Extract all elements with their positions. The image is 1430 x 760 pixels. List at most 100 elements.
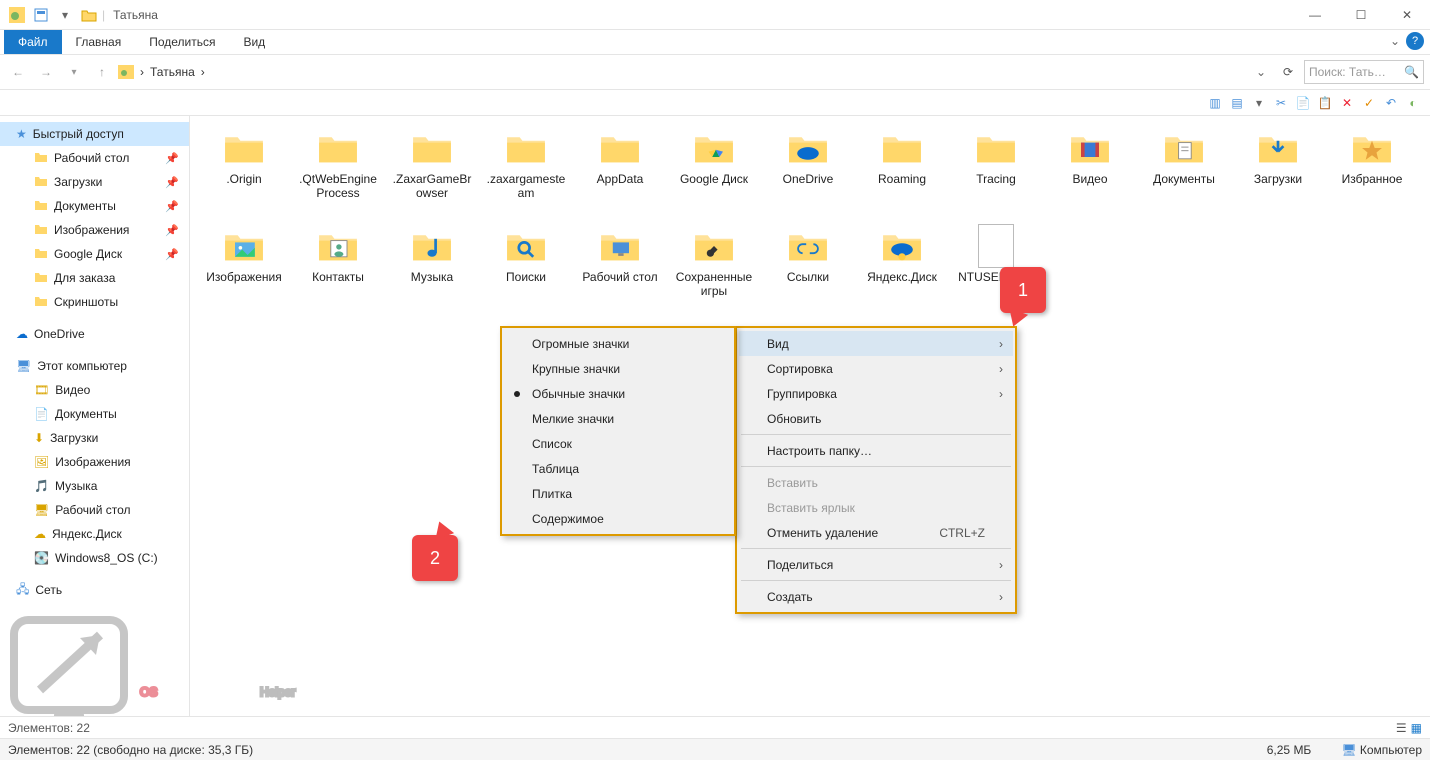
- sidebar-item[interactable]: ☁Яндекс.Диск: [0, 522, 189, 546]
- submenu-medium-icons[interactable]: Обычные значки: [504, 381, 732, 406]
- file-item[interactable]: .Origin: [200, 126, 288, 224]
- back-button[interactable]: ←: [6, 60, 30, 84]
- menu-share[interactable]: Поделиться›: [739, 552, 1013, 577]
- sidebar-item[interactable]: 📄Документы: [0, 402, 189, 426]
- breadcrumb[interactable]: › Татьяна ›: [118, 65, 205, 79]
- file-item[interactable]: Контакты: [294, 224, 382, 322]
- sidebar-quick-access[interactable]: ★ Быстрый доступ: [0, 122, 189, 146]
- breadcrumb-dropdown-icon[interactable]: ⌄: [1250, 65, 1272, 79]
- tab-home[interactable]: Главная: [62, 30, 136, 54]
- sidebar-item[interactable]: 💽Windows8_OS (C:): [0, 546, 189, 570]
- menu-undo-delete[interactable]: Отменить удалениеCTRL+Z: [739, 520, 1013, 545]
- file-item[interactable]: Видео: [1046, 126, 1134, 224]
- rename-icon[interactable]: ✓: [1360, 94, 1378, 112]
- file-item[interactable]: Поиски: [482, 224, 570, 322]
- menu-create[interactable]: Создать›: [739, 584, 1013, 609]
- sidebar-onedrive[interactable]: ☁ OneDrive: [0, 322, 189, 346]
- help-icon[interactable]: ?: [1406, 32, 1424, 50]
- status-bar: Элементов: 22 ☰ ▦: [0, 716, 1430, 738]
- status-long: Элементов: 22 (свободно на диске: 35,3 Г…: [8, 743, 253, 757]
- sidebar-item[interactable]: ⬇Загрузки: [0, 426, 189, 450]
- maximize-button[interactable]: ☐: [1338, 0, 1384, 30]
- delete-icon[interactable]: ✕: [1338, 94, 1356, 112]
- search-input[interactable]: Поиск: Тать… 🔍: [1304, 60, 1424, 84]
- cut-icon[interactable]: ✂: [1272, 94, 1290, 112]
- file-item[interactable]: .zaxargamesteam: [482, 126, 570, 224]
- ribbon-expand-icon[interactable]: ⌄: [1390, 34, 1400, 48]
- file-item[interactable]: Яндекс.Диск: [858, 224, 946, 322]
- menu-customize-folder[interactable]: Настроить папку…: [739, 438, 1013, 463]
- sidebar-item[interactable]: Google Диск📌: [0, 242, 189, 266]
- paste-icon[interactable]: 📋: [1316, 94, 1334, 112]
- submenu-tiles[interactable]: Плитка: [504, 481, 732, 506]
- sidebar-item[interactable]: Загрузки📌: [0, 170, 189, 194]
- folder-icon: [408, 128, 456, 168]
- forward-button[interactable]: →: [34, 60, 58, 84]
- details-view-icon[interactable]: ☰: [1396, 721, 1407, 735]
- submenu-huge-icons[interactable]: Огромные значки: [504, 331, 732, 356]
- sidebar-item[interactable]: Рабочий стол📌: [0, 146, 189, 170]
- dropdown-icon[interactable]: ▾: [1250, 94, 1268, 112]
- file-item[interactable]: Ссылки: [764, 224, 852, 322]
- submenu-table[interactable]: Таблица: [504, 456, 732, 481]
- file-item[interactable]: Roaming: [858, 126, 946, 224]
- menu-refresh[interactable]: Обновить: [739, 406, 1013, 431]
- preview-pane-icon[interactable]: ▤: [1228, 94, 1246, 112]
- file-item[interactable]: Загрузки: [1234, 126, 1322, 224]
- file-item[interactable]: OneDrive: [764, 126, 852, 224]
- sidebar-item[interactable]: Для заказа: [0, 266, 189, 290]
- app-icon: [6, 4, 28, 26]
- sidebar-network[interactable]: 🖧 Сеть: [0, 578, 189, 602]
- file-item[interactable]: AppData: [576, 126, 664, 224]
- file-item[interactable]: .ZaxarGameBrowser: [388, 126, 476, 224]
- folder-icon: [34, 151, 48, 166]
- folder-icon: 📄: [34, 407, 49, 421]
- file-item[interactable]: .QtWebEngineProcess: [294, 126, 382, 224]
- sidebar-item[interactable]: 🖼Изображения: [0, 450, 189, 474]
- file-item[interactable]: Сохраненные игры: [670, 224, 758, 322]
- file-item[interactable]: Рабочий стол: [576, 224, 664, 322]
- file-item[interactable]: Избранное: [1328, 126, 1416, 224]
- sidebar-item[interactable]: 🎞Видео: [0, 378, 189, 402]
- icons-view-icon[interactable]: ▦: [1411, 721, 1422, 735]
- sidebar-item[interactable]: Документы📌: [0, 194, 189, 218]
- submenu-content[interactable]: Содержимое: [504, 506, 732, 531]
- qat-properties-icon[interactable]: [30, 4, 52, 26]
- file-item[interactable]: Изображения: [200, 224, 288, 322]
- submenu-large-icons[interactable]: Крупные значки: [504, 356, 732, 381]
- breadcrumb-root[interactable]: Татьяна: [150, 65, 195, 79]
- menu-sort[interactable]: Сортировка›: [739, 356, 1013, 381]
- file-item[interactable]: Документы: [1140, 126, 1228, 224]
- undo-icon[interactable]: ↶: [1382, 94, 1400, 112]
- copy-icon[interactable]: 📄: [1294, 94, 1312, 112]
- sidebar-item[interactable]: Изображения📌: [0, 218, 189, 242]
- file-item[interactable]: Tracing: [952, 126, 1040, 224]
- sidebar-item[interactable]: 🎵Музыка: [0, 474, 189, 498]
- sidebar-this-pc[interactable]: 🖥 Этот компьютер: [0, 354, 189, 378]
- history-dropdown-icon[interactable]: ▾: [62, 60, 86, 84]
- folder-icon: [784, 128, 832, 168]
- properties-icon[interactable]: ◐: [1404, 94, 1422, 112]
- qat-dropdown-icon[interactable]: ▾: [54, 4, 76, 26]
- minimize-button[interactable]: —: [1292, 0, 1338, 30]
- tab-file[interactable]: Файл: [4, 30, 62, 54]
- close-button[interactable]: ✕: [1384, 0, 1430, 30]
- organize-icon[interactable]: ▥: [1206, 94, 1224, 112]
- pin-icon: 📌: [165, 176, 179, 189]
- up-button[interactable]: ↑: [90, 60, 114, 84]
- file-item[interactable]: Музыка: [388, 224, 476, 322]
- submenu-list[interactable]: Список: [504, 431, 732, 456]
- folder-icon: [408, 226, 456, 266]
- pc-icon: 🖥: [1341, 743, 1360, 757]
- refresh-button[interactable]: ⟳: [1276, 65, 1300, 79]
- menu-group[interactable]: Группировка›: [739, 381, 1013, 406]
- menu-view[interactable]: Вид›: [739, 331, 1013, 356]
- menu-paste-shortcut: Вставить ярлык: [739, 495, 1013, 520]
- submenu-small-icons[interactable]: Мелкие значки: [504, 406, 732, 431]
- tab-share[interactable]: Поделиться: [135, 30, 229, 54]
- sidebar-item[interactable]: Скриншоты: [0, 290, 189, 314]
- tab-view[interactable]: Вид: [229, 30, 279, 54]
- file-item[interactable]: Google Диск: [670, 126, 758, 224]
- item-label: Ссылки: [787, 270, 829, 284]
- sidebar-item[interactable]: 🖥Рабочий стол: [0, 498, 189, 522]
